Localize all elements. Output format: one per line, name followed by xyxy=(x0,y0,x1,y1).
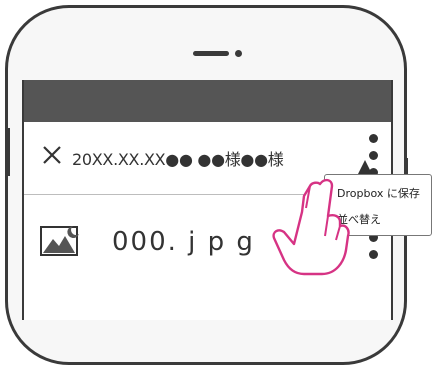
app-header xyxy=(24,80,391,122)
phone-side-button-left xyxy=(6,128,10,176)
phone-camera xyxy=(235,50,242,57)
file-name[interactable]: 000. j p g xyxy=(112,227,255,257)
pointing-hand-icon xyxy=(272,178,350,276)
image-icon xyxy=(40,226,79,256)
phone-speaker xyxy=(193,51,229,56)
menu-pointer xyxy=(358,160,372,174)
more-menu-icon[interactable] xyxy=(369,233,379,267)
page-title: 20XX.XX.XX●● ●●様●●様 xyxy=(72,150,284,169)
close-icon[interactable] xyxy=(42,145,62,165)
